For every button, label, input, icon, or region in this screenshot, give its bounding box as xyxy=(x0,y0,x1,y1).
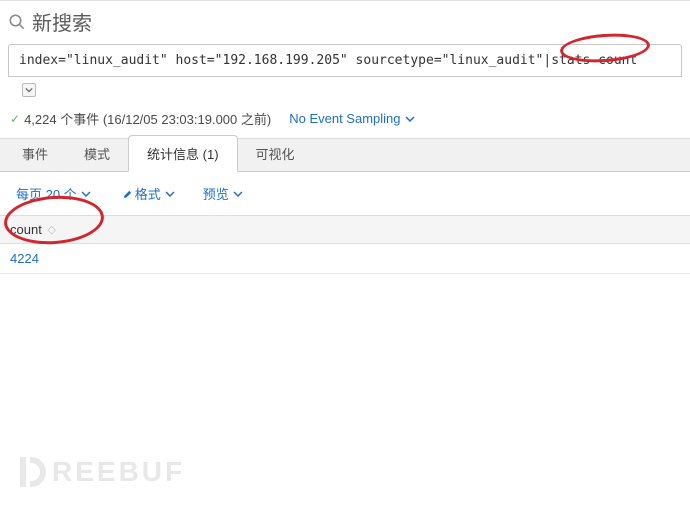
chevron-down-icon xyxy=(405,114,415,124)
tab-events[interactable]: 事件 xyxy=(4,136,66,171)
format-label: 格式 xyxy=(135,184,161,203)
result-tabs: 事件 模式 统计信息 (1) 可视化 xyxy=(0,138,690,172)
tab-visualization[interactable]: 可视化 xyxy=(238,136,313,171)
search-icon xyxy=(8,13,26,31)
tab-statistics[interactable]: 统计信息 (1) xyxy=(128,135,238,172)
tab-patterns[interactable]: 模式 xyxy=(66,136,128,171)
table-row[interactable]: 4224 xyxy=(0,244,690,274)
status-row: ✓ 4,224 个事件 (16/12/05 23:03:19.000 之前) N… xyxy=(0,105,690,138)
watermark: REEBUF xyxy=(20,456,185,488)
search-title: 新搜索 xyxy=(32,7,92,36)
sort-icon: ◇ xyxy=(47,228,55,233)
chevron-down-icon xyxy=(25,86,33,94)
format-dropdown[interactable]: 格式 xyxy=(119,184,175,203)
event-sampling-dropdown[interactable]: No Event Sampling xyxy=(289,111,414,126)
table-header-row: count ◇ xyxy=(0,216,690,244)
per-page-dropdown[interactable]: 每页 20 个 xyxy=(16,184,91,203)
preview-label: 预览 xyxy=(203,184,229,203)
cell-count-value: 4224 xyxy=(0,244,690,274)
per-page-label: 每页 20 个 xyxy=(16,184,77,203)
column-header-label: count xyxy=(10,222,42,237)
sampling-label: No Event Sampling xyxy=(289,111,400,126)
watermark-text: REEBUF xyxy=(52,456,185,488)
results-toolbar: 每页 20 个 格式 预览 xyxy=(0,172,690,215)
chevron-down-icon xyxy=(165,189,175,199)
results-table: count ◇ 4224 xyxy=(0,215,690,274)
check-icon: ✓ xyxy=(10,112,20,126)
event-count-text: 4,224 个事件 (16/12/05 23:03:19.000 之前) xyxy=(24,109,271,128)
search-header: 新搜索 xyxy=(0,0,690,44)
timerange-toggle[interactable] xyxy=(22,83,36,97)
chevron-down-icon xyxy=(233,189,243,199)
watermark-logo-icon xyxy=(20,457,46,487)
search-query-input[interactable]: index="linux_audit" host="192.168.199.20… xyxy=(8,44,682,77)
preview-dropdown[interactable]: 预览 xyxy=(203,184,243,203)
chevron-down-icon xyxy=(81,189,91,199)
column-header-count[interactable]: count ◇ xyxy=(0,216,690,244)
pencil-icon xyxy=(123,189,133,199)
